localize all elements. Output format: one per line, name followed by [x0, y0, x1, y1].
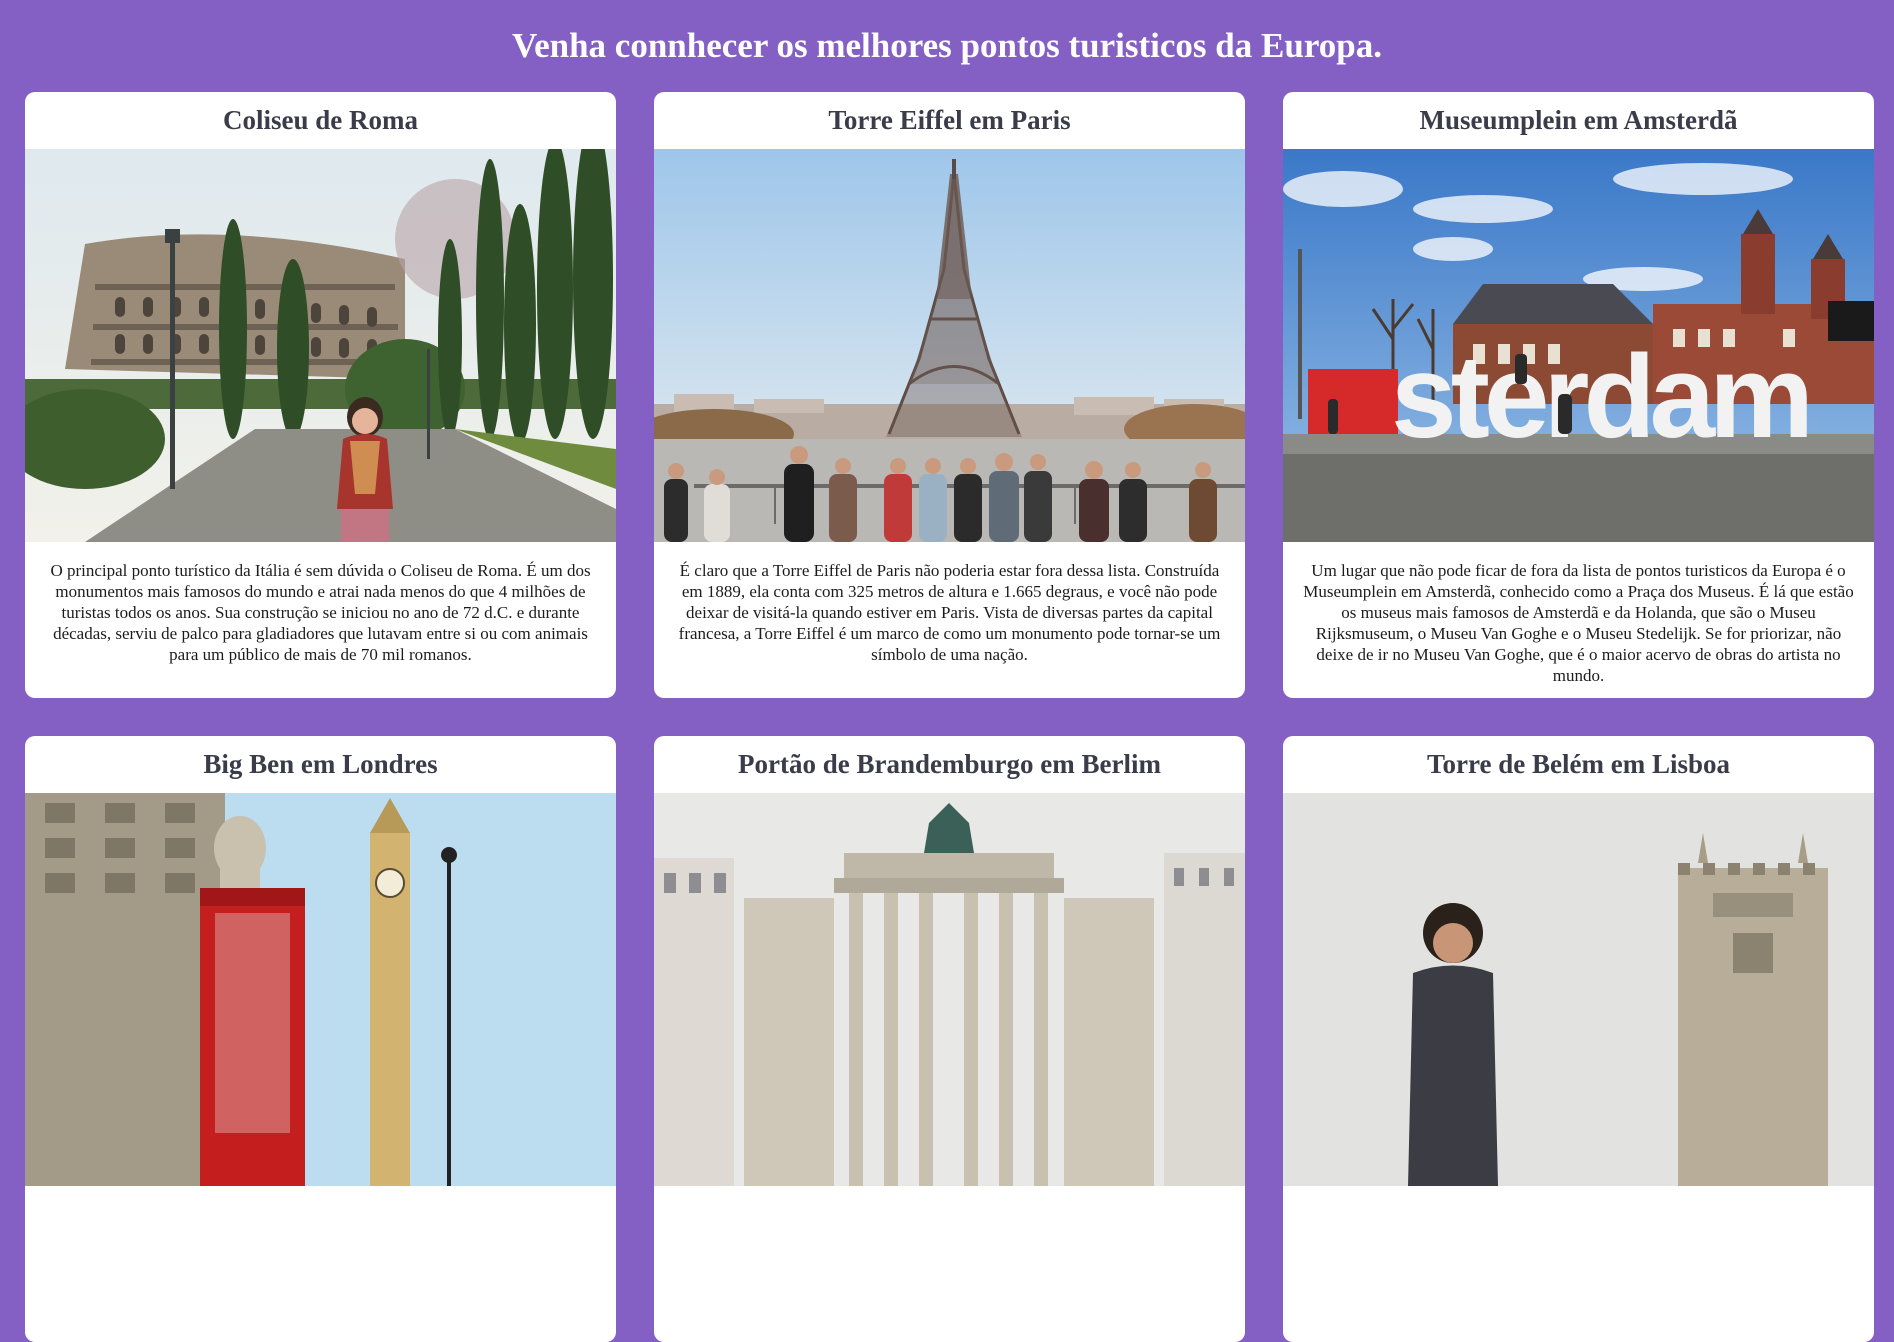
card-description: [654, 1186, 1245, 1204]
card-description: [25, 1186, 616, 1204]
card-description: [1283, 1186, 1874, 1204]
attraction-card-belem: Torre de Belém em Lisboa: [1283, 736, 1874, 1342]
attraction-card-brandenburg: Portão de Brandemburgo em Berlim: [654, 736, 1245, 1342]
card-description: Um lugar que não pode ficar de fora da l…: [1303, 561, 1854, 685]
card-title: Torre de Belém em Lisboa: [1427, 749, 1730, 779]
eiffel-tower-photo: [654, 149, 1245, 542]
card-description: O principal ponto turístico da Itália é …: [50, 561, 591, 664]
museumplein-photo: sterdam: [1283, 149, 1874, 542]
big-ben-photo: [25, 793, 616, 1186]
page-title: Venha connhecer os melhores pontos turis…: [512, 26, 1382, 65]
belem-tower-photo: [1283, 793, 1874, 1186]
attraction-card-colosseum: Coliseu de Roma O principal ponto turíst…: [25, 92, 616, 698]
card-title: Portão de Brandemburgo em Berlim: [738, 749, 1161, 779]
card-title: Museumplein em Amsterdã: [1419, 105, 1738, 135]
colosseum-photo: [25, 149, 616, 542]
card-title: Torre Eiffel em Paris: [828, 105, 1071, 135]
sign-letters: sterdam: [1391, 331, 1808, 463]
card-description: É claro que a Torre Eiffel de Paris não …: [678, 561, 1221, 664]
card-title: Coliseu de Roma: [223, 105, 418, 135]
card-title: Big Ben em Londres: [203, 749, 438, 779]
brandenburg-gate-photo: [654, 793, 1245, 1186]
attraction-card-museumplein: Museumplein em Amsterdã sterdam Um lugar…: [1283, 92, 1874, 698]
attractions-grid: Coliseu de Roma O principal ponto turíst…: [25, 92, 1877, 1342]
attraction-card-eiffel: Torre Eiffel em Paris É claro que a Torr…: [654, 92, 1245, 698]
attraction-card-big-ben: Big Ben em Londres: [25, 736, 616, 1342]
